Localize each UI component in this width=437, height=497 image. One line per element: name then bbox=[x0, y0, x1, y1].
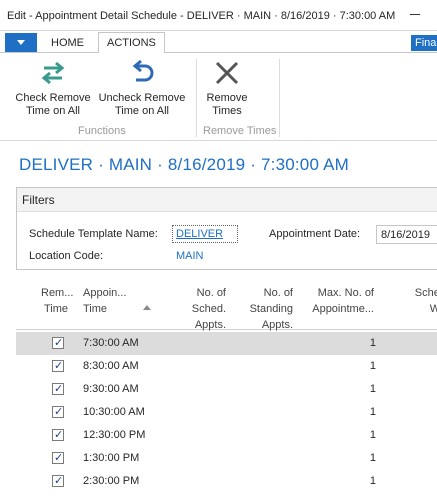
ribbon: Check Remove Time on All Uncheck Remove … bbox=[0, 53, 437, 141]
appointment-time-cell: 8:30:00 AM bbox=[83, 360, 139, 372]
table-row[interactable]: ✓ 12:30:00 PM 1 bbox=[16, 424, 437, 447]
ribbon-divider bbox=[279, 59, 280, 137]
uncheck-remove-time-on-all-button[interactable]: Uncheck Remove Time on All bbox=[96, 58, 188, 118]
undo-arrow-icon bbox=[132, 59, 154, 82]
table-row[interactable]: ✓ 2:30:00 PM 1 bbox=[16, 470, 437, 493]
window-title: Edit - Appointment Detail Schedule - DEL… bbox=[7, 10, 396, 22]
table-row[interactable]: ✓ 1:30:00 PM 1 bbox=[16, 447, 437, 470]
appointment-time-cell: 7:30:00 AM bbox=[83, 337, 139, 349]
chevron-down-icon bbox=[17, 40, 25, 45]
title-bar: Edit - Appointment Detail Schedule - DEL… bbox=[0, 0, 437, 31]
tab-financial[interactable]: Fina bbox=[411, 35, 437, 51]
filters-panel: Filters Schedule Template Name: DELIVER … bbox=[16, 187, 437, 270]
checkmark-icon: ✓ bbox=[54, 452, 64, 464]
column-header-max-no-appointments[interactable]: Max. No. of Appointme... bbox=[306, 285, 374, 317]
checkmark-icon: ✓ bbox=[54, 475, 64, 487]
page-title: DELIVER · MAIN · 8/16/2019 · 7:30:00 AM bbox=[19, 155, 350, 174]
max-appointments-cell: 1 bbox=[369, 475, 376, 487]
max-appointments-cell: 1 bbox=[369, 337, 376, 349]
ribbon-tabs: HOME ACTIONS Fina bbox=[0, 31, 437, 54]
grid-header: Rem... Time Appoin... Time No. of Sched.… bbox=[16, 280, 437, 333]
table-row[interactable]: ✓ 7:30:00 AM 1 bbox=[16, 332, 437, 355]
checkmark-icon: ✓ bbox=[54, 429, 64, 441]
checkmark-icon: ✓ bbox=[54, 360, 64, 372]
appointment-time-cell: 9:30:00 AM bbox=[83, 383, 139, 395]
minimize-icon bbox=[410, 14, 420, 15]
location-code-label: Location Code: bbox=[29, 250, 103, 262]
group-label-remove-times: Remove Times bbox=[203, 125, 277, 137]
filters-header[interactable]: Filters bbox=[17, 188, 437, 212]
table-row[interactable]: ✓ 8:30:00 AM 1 bbox=[16, 355, 437, 378]
table-row[interactable]: ✓ 10:30:00 AM 1 bbox=[16, 401, 437, 424]
location-code-value[interactable]: MAIN bbox=[176, 250, 204, 262]
appointment-time-cell: 10:30:00 AM bbox=[83, 406, 145, 418]
schedule-template-label: Schedule Template Name: bbox=[29, 228, 158, 240]
tab-actions[interactable]: ACTIONS bbox=[98, 32, 165, 54]
schedule-template-value[interactable]: DELIVER bbox=[176, 228, 223, 240]
minimize-button[interactable] bbox=[404, 4, 428, 24]
appointment-date-label: Appointment Date: bbox=[269, 228, 361, 240]
remove-time-checkbox[interactable]: ✓ bbox=[52, 475, 64, 487]
swap-arrows-icon bbox=[41, 61, 65, 85]
table-row[interactable]: ✓ 9:30:00 AM 1 bbox=[16, 378, 437, 401]
checkmark-icon: ✓ bbox=[54, 406, 64, 418]
check-remove-label: Check Remove Time on All bbox=[15, 92, 91, 117]
column-header-appointment-time[interactable]: Appoin... Time bbox=[83, 285, 133, 317]
remove-times-label: Remove Times bbox=[206, 92, 248, 117]
filters-title: Filters bbox=[22, 193, 55, 207]
uncheck-remove-label: Uncheck Remove Time on All bbox=[98, 92, 186, 117]
remove-time-checkbox[interactable]: ✓ bbox=[52, 406, 64, 418]
ribbon-divider bbox=[196, 59, 197, 137]
appointment-date-value: 8/16/2019 bbox=[381, 229, 430, 241]
group-label-functions: Functions bbox=[78, 125, 126, 137]
appointment-time-cell: 2:30:00 PM bbox=[83, 475, 140, 487]
max-appointments-cell: 1 bbox=[369, 360, 376, 372]
remove-time-checkbox[interactable]: ✓ bbox=[52, 383, 64, 395]
checkmark-icon: ✓ bbox=[54, 383, 64, 395]
column-header-rem-time[interactable]: Rem... Time bbox=[41, 285, 73, 317]
column-header-sched-we[interactable]: Sched We bbox=[406, 285, 437, 317]
remove-times-button[interactable]: Remove Times bbox=[201, 58, 253, 118]
check-remove-time-on-all-button[interactable]: Check Remove Time on All bbox=[14, 58, 92, 118]
checkmark-icon: ✓ bbox=[54, 337, 64, 349]
appointment-date-field[interactable]: 8/16/2019 bbox=[376, 225, 437, 244]
max-appointments-cell: 1 bbox=[369, 406, 376, 418]
file-menu-button[interactable] bbox=[5, 33, 37, 52]
remove-time-checkbox[interactable]: ✓ bbox=[52, 429, 64, 441]
max-appointments-cell: 1 bbox=[369, 383, 376, 395]
sort-ascending-icon bbox=[143, 305, 151, 310]
column-header-no-standing-appts[interactable]: No. of Standing Appts. bbox=[241, 285, 293, 333]
remove-time-checkbox[interactable]: ✓ bbox=[52, 360, 64, 372]
x-cross-icon bbox=[215, 61, 239, 85]
appointment-time-cell: 12:30:00 PM bbox=[83, 429, 146, 441]
column-header-no-sched-appts[interactable]: No. of Sched. Appts. bbox=[181, 285, 226, 333]
remove-time-checkbox[interactable]: ✓ bbox=[52, 337, 64, 349]
remove-time-checkbox[interactable]: ✓ bbox=[52, 452, 64, 464]
tab-home[interactable]: HOME bbox=[43, 35, 92, 53]
max-appointments-cell: 1 bbox=[369, 429, 376, 441]
appointment-time-cell: 1:30:00 PM bbox=[83, 452, 140, 464]
max-appointments-cell: 1 bbox=[369, 452, 376, 464]
